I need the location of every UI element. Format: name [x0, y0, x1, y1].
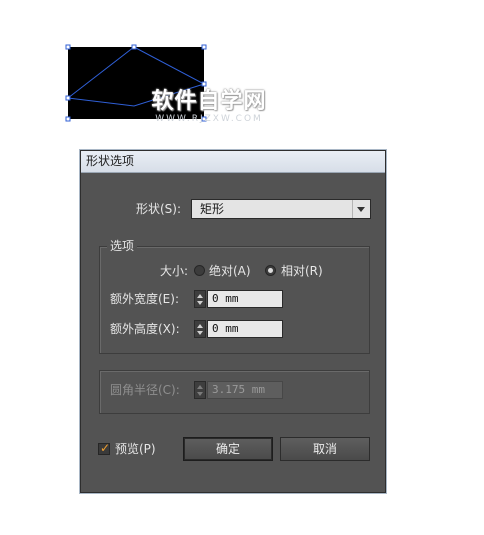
stepper-up-icon[interactable]	[197, 294, 203, 298]
extra-height-label: 额外高度(X):	[110, 322, 180, 336]
shape-options-dialog: 形状选项 形状(S): 矩形 选项 大小: 绝对(A) 相对(R) 额外宽度(E…	[80, 150, 386, 493]
size-label: 大小:	[160, 264, 189, 278]
options-legend: 选项	[107, 240, 138, 253]
anchor-handle	[65, 95, 71, 101]
corner-radius-label: 圆角半径(C):	[110, 383, 180, 397]
preview-label[interactable]: 预览(P)	[115, 442, 156, 456]
anchor-handle	[131, 44, 137, 50]
chevron-down-icon[interactable]	[352, 200, 370, 218]
stepper-up-icon[interactable]	[197, 324, 203, 328]
anchor-handle	[65, 116, 71, 122]
preview-checkbox[interactable]: ✓	[98, 441, 111, 455]
watermark: 软件自学网 WWW.RJZXW.COM	[134, 90, 284, 130]
extra-height-stepper[interactable]	[194, 320, 206, 338]
dialog-title: 形状选项	[86, 154, 135, 168]
radio-absolute[interactable]	[194, 265, 205, 276]
check-icon: ✓	[100, 441, 111, 455]
corner-radius-stepper	[194, 381, 206, 399]
stepper-down-icon[interactable]	[197, 301, 203, 305]
anchor-handle	[65, 44, 71, 50]
radio-absolute-label[interactable]: 绝对(A)	[209, 264, 251, 278]
corner-radius-input: 3.175 mm	[207, 381, 283, 399]
radio-relative-label[interactable]: 相对(R)	[281, 264, 323, 278]
stepper-up-icon	[197, 385, 203, 389]
shape-select-value: 矩形	[200, 202, 225, 216]
cancel-button[interactable]: 取消	[280, 437, 370, 461]
anchor-handle	[201, 81, 207, 87]
ok-button[interactable]: 确定	[183, 437, 273, 461]
shape-select[interactable]: 矩形	[191, 199, 371, 219]
extra-height-input[interactable]: 0 mm	[207, 320, 283, 338]
shape-label: 形状(S):	[136, 202, 182, 216]
watermark-url: WWW.RJZXW.COM	[155, 114, 263, 124]
stepper-down-icon[interactable]	[197, 331, 203, 335]
watermark-title: 软件自学网	[151, 89, 267, 114]
dialog-titlebar[interactable]: 形状选项	[81, 151, 385, 173]
anchor-handle	[201, 44, 207, 50]
stepper-down-icon	[197, 392, 203, 396]
extra-width-input[interactable]: 0 mm	[207, 290, 283, 308]
extra-width-label: 额外宽度(E):	[110, 292, 179, 306]
radio-relative[interactable]	[265, 265, 276, 276]
extra-width-stepper[interactable]	[194, 290, 206, 308]
